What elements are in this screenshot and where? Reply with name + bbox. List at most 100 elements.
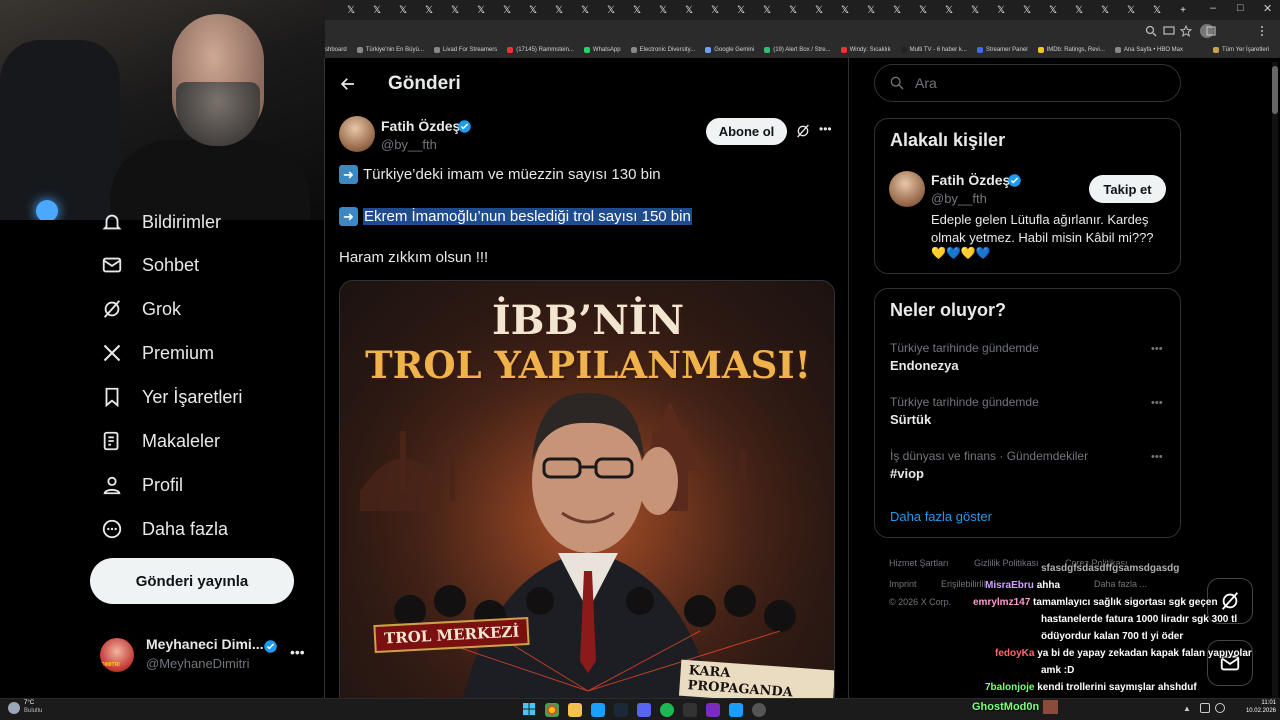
nav-articles[interactable]: Makaleler	[100, 421, 220, 461]
app-icon[interactable]	[706, 703, 720, 717]
app-icon[interactable]	[683, 703, 697, 717]
bookmark[interactable]: Streamer Panel	[976, 47, 1028, 53]
footer-link[interactable]: Imprint	[889, 579, 917, 589]
browser-tab[interactable]: 𝕏	[1119, 3, 1143, 17]
messages-float-button[interactable]	[1207, 640, 1253, 686]
browser-tab[interactable]: 𝕏	[339, 3, 363, 17]
browser-tab[interactable]: 𝕏	[677, 3, 701, 17]
bookmark[interactable]: shboard	[325, 47, 347, 53]
maximize-icon[interactable]: □	[1237, 2, 1244, 14]
clock-time[interactable]: 11:01	[1240, 700, 1276, 706]
browser-tab[interactable]: 𝕏	[1145, 3, 1169, 17]
browser-tab[interactable]: 𝕏	[911, 3, 935, 17]
post-more-icon[interactable]: •••	[819, 122, 832, 136]
browser-tab[interactable]: 𝕏	[989, 3, 1013, 17]
bookmark[interactable]: Ana Sayfa • HBO Max	[1114, 47, 1183, 53]
spotify-icon[interactable]	[660, 703, 674, 717]
browser-tab[interactable]: 𝕏	[495, 3, 519, 17]
nav-grok[interactable]: Grok	[100, 289, 181, 329]
trend-item[interactable]: Türkiye tarihinde gündemde Endonezya •••	[875, 335, 1180, 387]
browser-tab[interactable]: 𝕏	[755, 3, 779, 17]
app-icon[interactable]	[752, 703, 766, 717]
show-more-link[interactable]: Daha fazla göster	[890, 509, 992, 524]
bookmark[interactable]: (19) Alert Box / Stre...	[764, 47, 831, 53]
minimize-icon[interactable]: –	[1210, 2, 1216, 14]
back-arrow-icon[interactable]	[339, 75, 357, 93]
browser-tab[interactable]: 𝕏	[1041, 3, 1065, 17]
folder-icon[interactable]	[568, 703, 582, 717]
browser-tab[interactable]: 𝕏	[547, 3, 571, 17]
nav-chat[interactable]: Sohbet	[100, 245, 199, 285]
nav-more[interactable]: Daha fazla	[100, 509, 228, 549]
footer-link[interactable]: Daha fazla ...	[1094, 579, 1147, 589]
bookmark[interactable]: Tüm Yer İşaretleri	[1213, 47, 1269, 53]
weather-icon[interactable]	[8, 702, 20, 714]
browser-tab[interactable]: 𝕏	[391, 3, 415, 17]
browser-tab[interactable]: 𝕏	[625, 3, 649, 17]
bookmark[interactable]: Google Gemini	[705, 47, 754, 53]
wifi-icon[interactable]	[1200, 703, 1210, 713]
cast-icon[interactable]	[1163, 25, 1175, 37]
scrollbar-thumb[interactable]	[1272, 66, 1278, 114]
browser-tab[interactable]: 𝕏	[833, 3, 857, 17]
related-handle[interactable]: @by__fth	[931, 191, 987, 206]
follow-button[interactable]: Takip et	[1089, 175, 1166, 203]
browser-tab[interactable]: 𝕏	[885, 3, 909, 17]
footer-link[interactable]: Gizlilik Politikası	[974, 558, 1039, 568]
extensions-icon[interactable]	[1205, 25, 1217, 37]
trend-more-icon[interactable]: •••	[1151, 451, 1163, 463]
browser-tab[interactable]: 𝕏	[729, 3, 753, 17]
browser-tab[interactable]: 𝕏	[469, 3, 493, 17]
scrollbar-track[interactable]	[1272, 62, 1278, 698]
account-switcher[interactable]: DIMITRI Meyhaneci Dimi... @MeyhaneDimitr…	[100, 634, 320, 678]
chrome-icon[interactable]	[545, 703, 559, 717]
nav-bookmarks[interactable]: Yer İşaretleri	[100, 377, 242, 417]
browser-tab[interactable]: 𝕏	[937, 3, 961, 17]
browser-tab[interactable]: 𝕏	[859, 3, 883, 17]
star-icon[interactable]	[1180, 25, 1192, 37]
search-input[interactable]: Ara	[874, 64, 1181, 102]
author-handle[interactable]: @by__fth	[381, 137, 437, 152]
steam-icon[interactable]	[614, 703, 628, 717]
related-name[interactable]: Fatih Özdeş	[931, 172, 1010, 188]
author-name[interactable]: Fatih Özdeş	[381, 118, 460, 134]
browser-tab[interactable]: 𝕏	[521, 3, 545, 17]
browser-tab[interactable]: 𝕏	[1067, 3, 1091, 17]
app-icon[interactable]	[729, 703, 743, 717]
browser-tab[interactable]: 𝕏	[365, 3, 389, 17]
post-button[interactable]: Gönderi yayınla	[90, 558, 294, 604]
browser-tab[interactable]: 𝕏	[599, 3, 623, 17]
footer-link[interactable]: Hizmet Şartları	[889, 558, 949, 568]
author-avatar[interactable]	[339, 116, 375, 152]
bookmark[interactable]: Livad For Streamers	[433, 47, 497, 53]
tray-chevron-icon[interactable]: ▲	[1183, 704, 1191, 713]
bookmark[interactable]: Türkiye'nin En Büyü...	[356, 47, 424, 53]
footer-link[interactable]: Erişilebilirlik	[941, 579, 988, 589]
clock-date[interactable]: 10.02.2026	[1230, 708, 1276, 714]
bookmark[interactable]: Windy: Sıcaklık	[840, 47, 891, 53]
browser-tab[interactable]: 𝕏	[703, 3, 727, 17]
bookmark[interactable]: WhatsApp	[583, 47, 621, 53]
new-tab-button[interactable]: +	[1171, 3, 1195, 17]
bookmark[interactable]: Multi TV - 6 haber k...	[900, 47, 967, 53]
bookmark[interactable]: Electronic Diversity...	[630, 47, 695, 53]
browser-tab[interactable]: 𝕏	[573, 3, 597, 17]
trend-item[interactable]: İş dünyası ve finans · Gündemdekiler #vi…	[875, 443, 1180, 495]
browser-tab[interactable]: 𝕏	[963, 3, 987, 17]
browser-tab[interactable]: 𝕏	[651, 3, 675, 17]
account-more-icon[interactable]: •••	[290, 644, 305, 660]
app-icon[interactable]	[591, 703, 605, 717]
trend-more-icon[interactable]: •••	[1151, 397, 1163, 409]
volume-icon[interactable]	[1215, 703, 1225, 713]
browser-tab[interactable]: 𝕏	[807, 3, 831, 17]
browser-tab[interactable]: 𝕏	[1015, 3, 1039, 17]
bookmark[interactable]: (17145) Rammstein...	[507, 47, 574, 53]
browser-tab[interactable]: 𝕏	[417, 3, 441, 17]
trend-item[interactable]: Türkiye tarihinde gündemde Sürtük •••	[875, 389, 1180, 441]
grok-icon[interactable]	[795, 123, 811, 139]
subscribe-button[interactable]: Abone ol	[706, 118, 787, 145]
browser-menu-icon[interactable]	[1260, 25, 1264, 37]
post-image[interactable]: İBB’NİN TROL YAPILANMASI! TROL MERKEZİ K…	[339, 280, 835, 710]
zoom-icon[interactable]	[1145, 25, 1157, 37]
nav-premium[interactable]: Premium	[100, 333, 214, 373]
